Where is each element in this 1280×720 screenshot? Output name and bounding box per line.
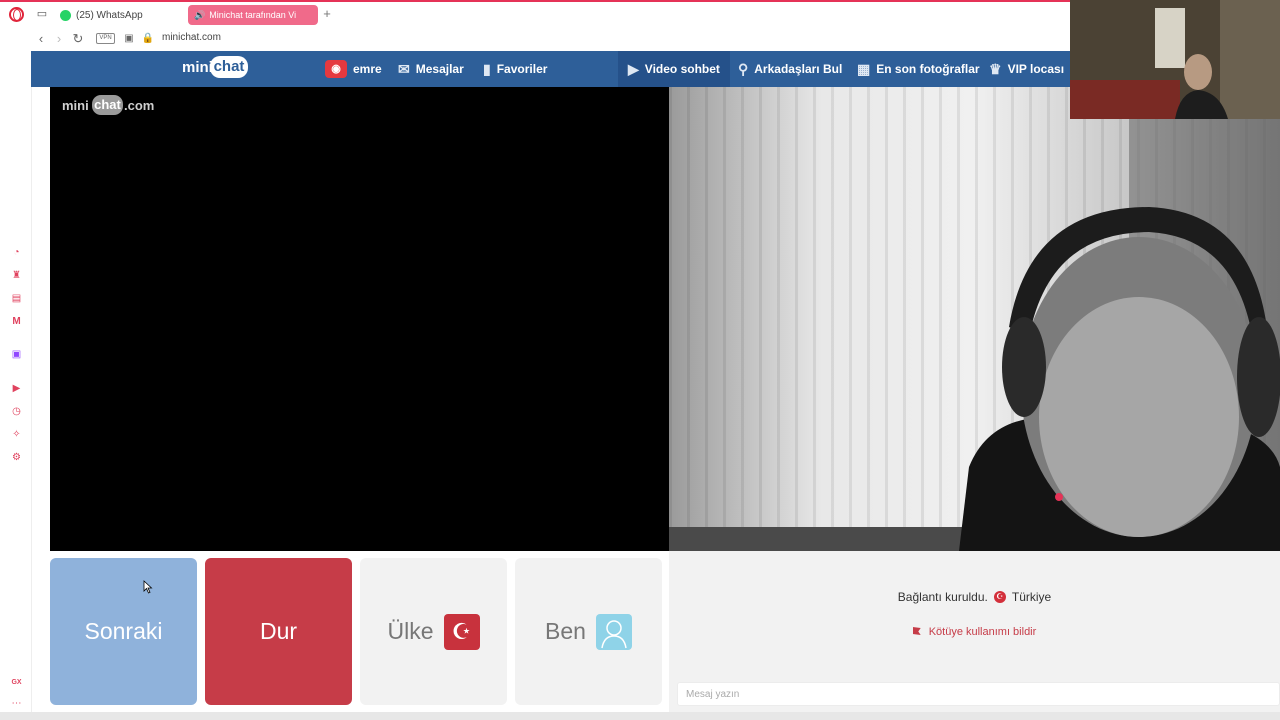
address-bar [0, 30, 1070, 52]
messenger-icon[interactable]: M [10, 315, 23, 328]
more-icon[interactable]: ⋯ [10, 697, 23, 710]
url-field[interactable]: minichat.com [162, 32, 221, 43]
next-button[interactable]: Sonraki [50, 558, 197, 705]
self-video [669, 87, 1280, 551]
whatsapp-icon [60, 9, 71, 21]
nav-latest-photos[interactable]: ▦ En son fotoğraflar [857, 58, 980, 80]
nav-favorites[interactable]: ▮ Favoriler [483, 58, 547, 80]
shopping-icon[interactable]: ♜ [10, 269, 23, 282]
user-avatar-icon [595, 613, 632, 650]
reload-icon[interactable]: ↻ [71, 31, 85, 47]
nav-user[interactable]: ◉ emre [325, 58, 382, 80]
message-input[interactable] [677, 682, 1280, 706]
pip-webcam [1070, 0, 1280, 119]
taskbar-strip [0, 712, 1280, 720]
video-camera-icon: ▶ [628, 60, 639, 77]
back-icon[interactable]: ‹ [34, 31, 48, 47]
tab-minichat[interactable]: 🔊 Minichat tarafından Vi [188, 5, 318, 25]
grid-icon: ▦ [857, 60, 871, 77]
watermark-mini: mini [62, 98, 89, 113]
player-icon[interactable]: ▶ [10, 382, 23, 395]
nav-favorites-label: Favoriler [496, 62, 548, 76]
speed-dial-icon[interactable]: ◔ [10, 246, 23, 259]
flag-icon [912, 627, 921, 635]
envelope-icon: ✉ [398, 60, 410, 77]
camera-icon[interactable]: ▣ [122, 31, 136, 47]
mouse-cursor-icon [143, 580, 153, 594]
nav-messages-label: Mesajlar [415, 62, 464, 76]
pip-webcam-image [1070, 0, 1280, 119]
nav-messages[interactable]: ✉ Mesajlar [398, 58, 464, 80]
next-button-label: Sonraki [84, 618, 163, 644]
report-abuse-label: Kötüye kullanımı bildir [928, 626, 1037, 638]
crown-icon: ♛ [989, 60, 1002, 77]
me-button-label: Ben [545, 618, 586, 644]
bookmark-icon: ▮ [483, 60, 491, 77]
stranger-video [50, 87, 669, 551]
turkey-flag-icon: ☪ [443, 613, 480, 650]
browser-tab-bar [0, 0, 1070, 30]
speaker-icon: 🔊 [194, 9, 206, 20]
nav-user-label: emre [353, 62, 382, 76]
nav-vip-label: VIP locası [1007, 62, 1065, 76]
report-abuse-link[interactable]: Kötüye kullanımı bildir [669, 626, 1280, 638]
news-icon[interactable]: ▤ [10, 292, 23, 305]
nav-latest-photos-label: En son fotoğraflar [876, 62, 980, 76]
gamepad-icon: ◉ [325, 60, 347, 78]
lock-icon[interactable]: 🔒 [141, 31, 155, 47]
opera-logo-icon[interactable] [9, 7, 24, 22]
forward-icon[interactable]: › [52, 31, 66, 47]
tab-label: Minichat tarafından Vi [209, 10, 297, 20]
watermark-chat: chat [92, 95, 123, 115]
site-logo-chat[interactable]: chat [210, 56, 248, 78]
extensions-icon[interactable]: ✧ [10, 428, 23, 441]
history-icon[interactable]: ◷ [10, 405, 23, 418]
country-button[interactable]: Ülke ☪ [360, 558, 507, 705]
stop-button[interactable]: Dur [205, 558, 352, 705]
self-video-image [669, 87, 1280, 551]
nav-vip[interactable]: ♛ VIP locası [989, 58, 1064, 80]
vpn-badge[interactable]: VPN [96, 33, 115, 44]
gx-label[interactable]: GX [10, 676, 23, 689]
turkey-flag-small-icon: ☪ [993, 591, 1006, 603]
watermark-com: .com [124, 98, 155, 113]
stop-button-label: Dur [259, 618, 298, 644]
twitch-icon[interactable]: ▣ [10, 348, 23, 361]
nav-video-chat-label: Video sohbet [644, 62, 720, 76]
tab-whatsapp[interactable]: (25) WhatsApp [60, 7, 143, 23]
country-button-label: Ülke [387, 618, 434, 644]
settings-icon[interactable]: ⚙ [10, 451, 23, 464]
nav-find-friends-label: Arkadaşları Bul [754, 62, 843, 76]
site-logo-mini[interactable]: mini [182, 59, 213, 76]
new-tab-button[interactable]: + [320, 6, 334, 22]
tab-label: (25) WhatsApp [76, 9, 143, 21]
nav-find-friends[interactable]: ⚲ Arkadaşları Bul [738, 58, 842, 80]
connection-status: Bağlantı kuruldu. ☪ Türkiye [669, 590, 1280, 604]
connection-status-text: Bağlantı kuruldu. [897, 590, 988, 604]
workspace-icon[interactable]: ▭ [35, 8, 49, 20]
partner-country: Türkiye [1011, 590, 1052, 604]
nav-video-chat[interactable]: ▶ Video sohbet [628, 58, 720, 80]
search-icon: ⚲ [738, 60, 749, 77]
me-button[interactable]: Ben [515, 558, 662, 705]
